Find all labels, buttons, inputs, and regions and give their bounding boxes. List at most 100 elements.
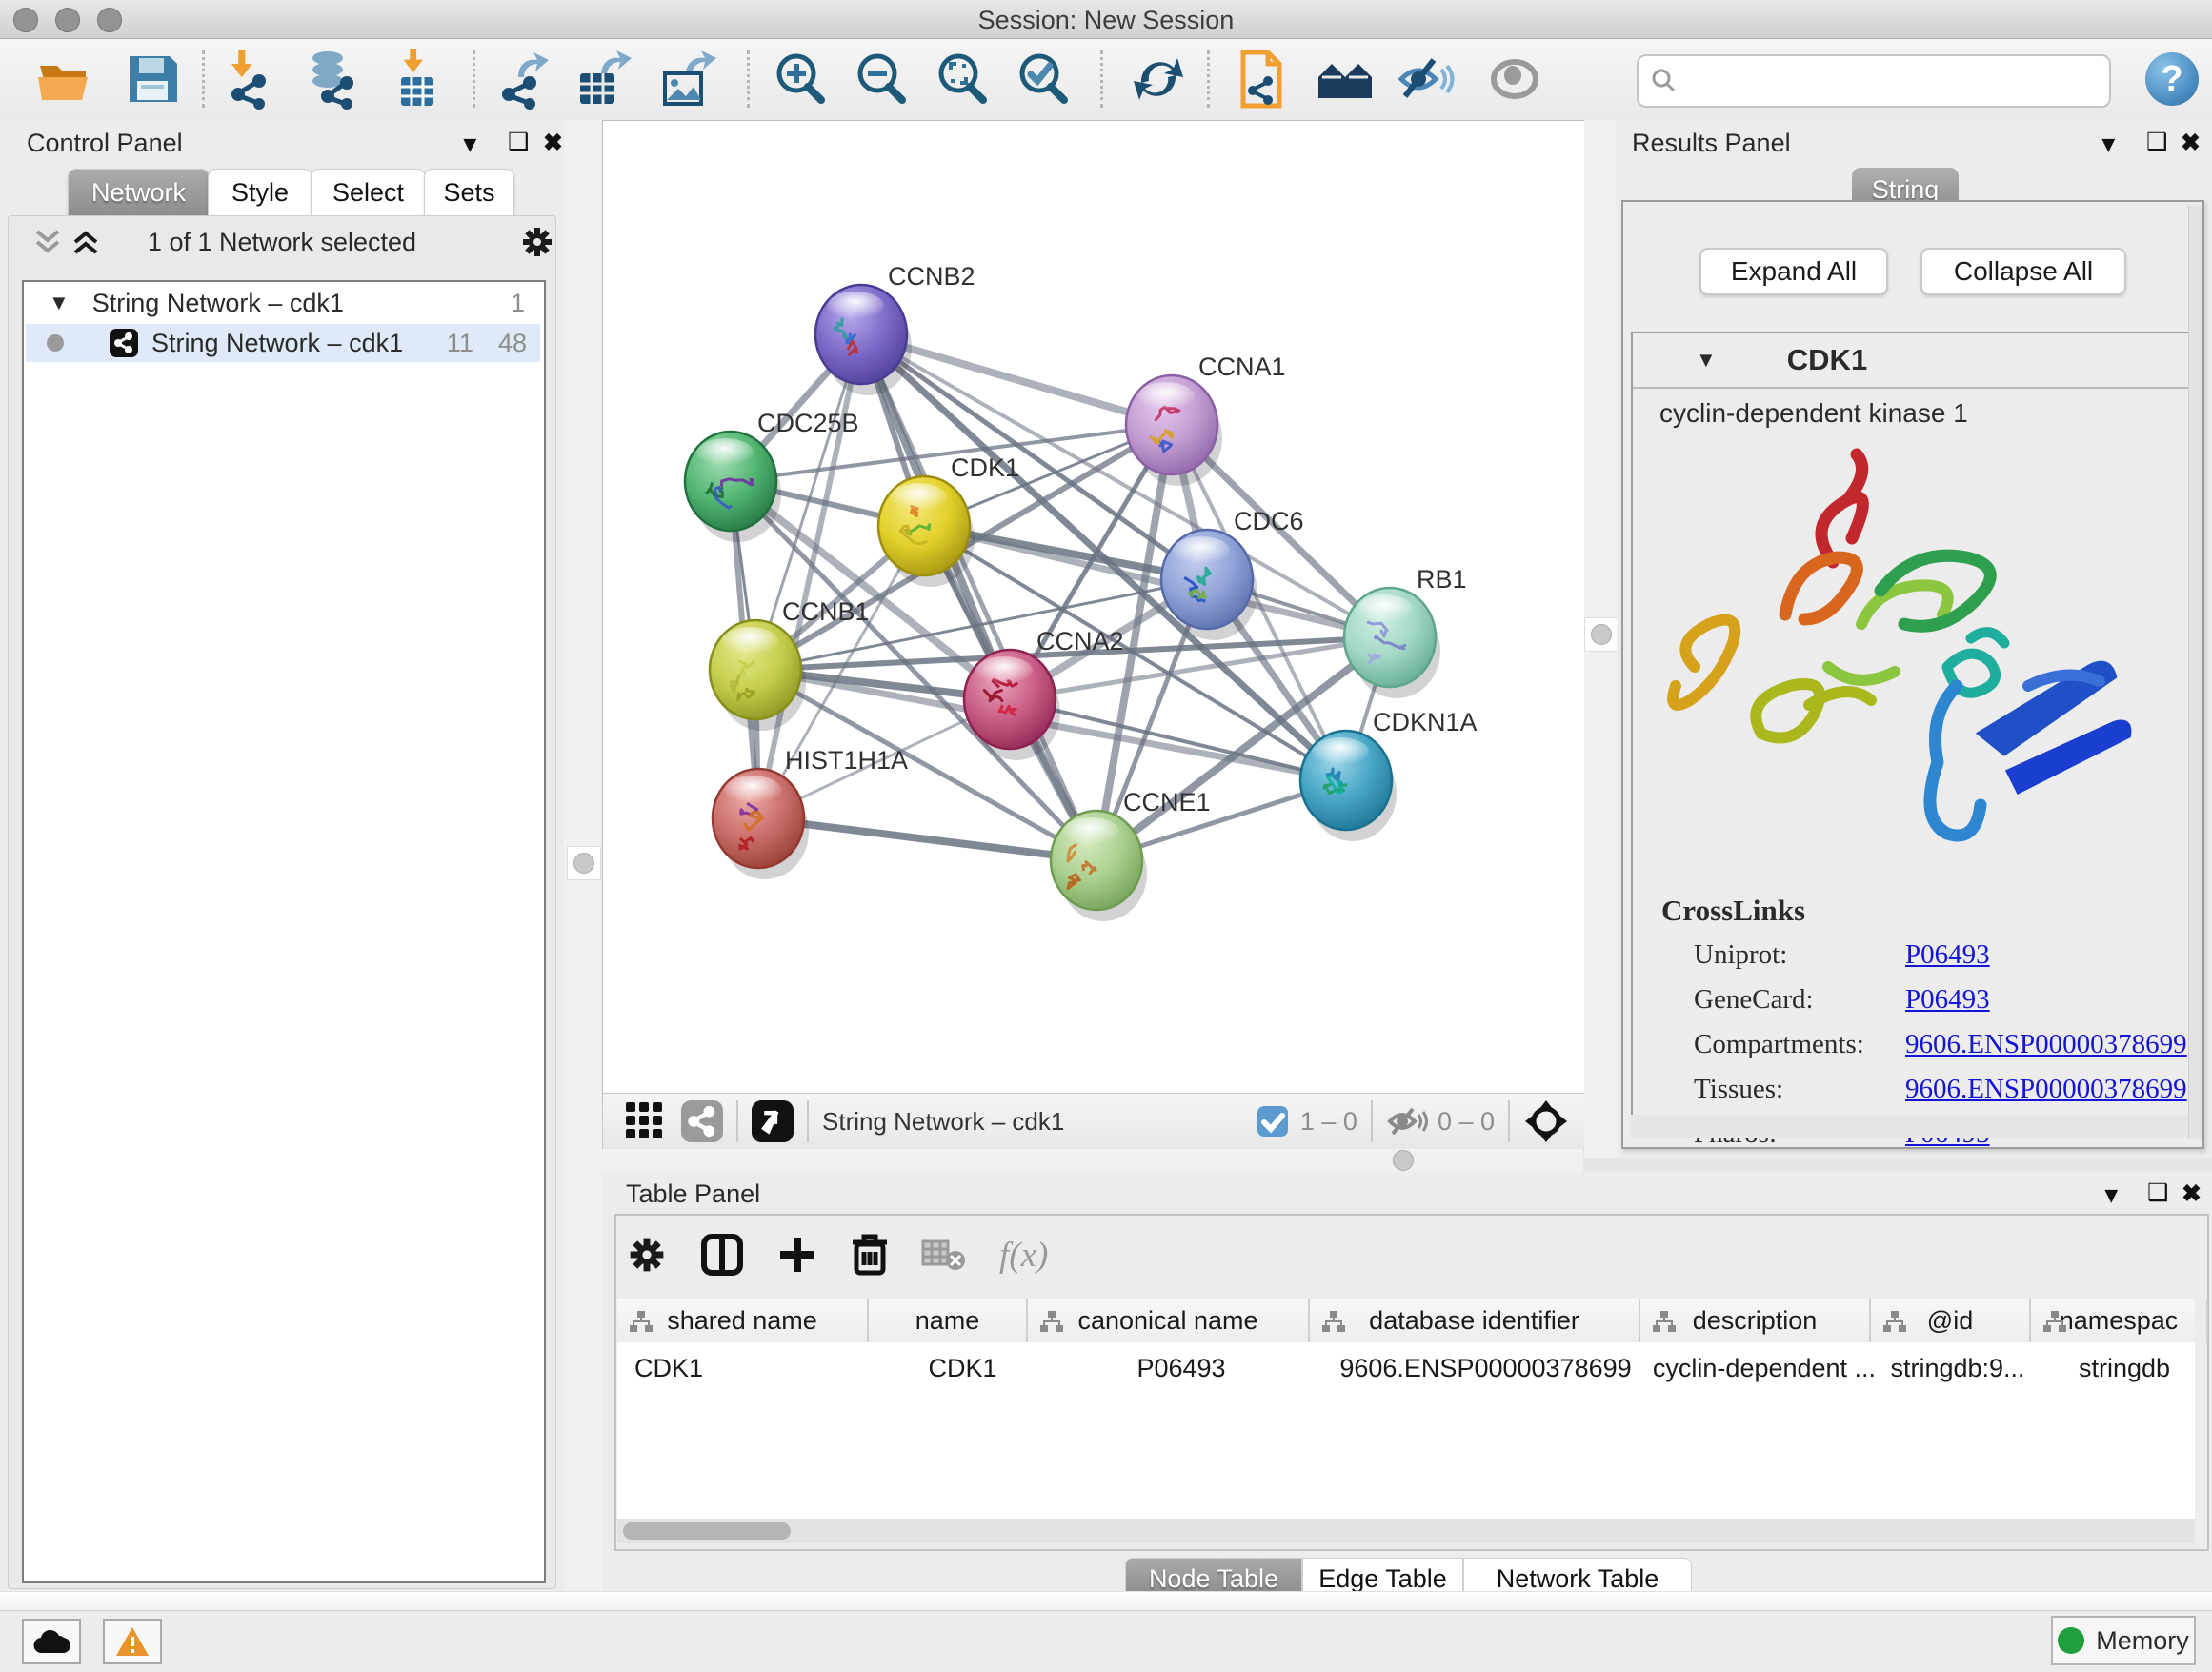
panel-float-icon[interactable]: ❑: [2147, 1178, 2168, 1207]
network-node[interactable]: [878, 476, 970, 575]
show-all-icon[interactable]: [1484, 49, 1545, 110]
table-cell[interactable]: 9606.ENSP00000378699: [1321, 1342, 1650, 1519]
network-node[interactable]: [1126, 375, 1217, 474]
right-splitter-handle[interactable]: [1584, 617, 1619, 652]
network-share-icon[interactable]: [681, 1100, 723, 1142]
tree-expand-icon[interactable]: ▼: [49, 291, 70, 315]
column-header[interactable]: namespac: [2031, 1299, 2208, 1342]
birds-eye-grid-icon[interactable]: [624, 1100, 666, 1142]
node-label: RB1: [1417, 565, 1467, 594]
crosslink-link[interactable]: 9606.ENSP00000378699: [1905, 1029, 2187, 1060]
column-header[interactable]: description: [1640, 1299, 1871, 1342]
network-node[interactable]: [713, 769, 804, 868]
tab-sets[interactable]: Sets: [424, 169, 514, 216]
tab-style[interactable]: Style: [208, 169, 312, 216]
pan-crosshair-icon[interactable]: [1523, 1098, 1569, 1144]
table-cell[interactable]: CDK1: [884, 1342, 1041, 1519]
save-icon[interactable]: [122, 49, 183, 110]
table-hscrollbar[interactable]: [617, 1519, 2195, 1543]
tab-network[interactable]: Network: [68, 169, 210, 216]
tree-row-collection[interactable]: ▼ String Network – cdk1 1: [26, 284, 540, 322]
selected-checkbox-icon[interactable]: [1257, 1105, 1289, 1138]
panel-close-icon[interactable]: ✖: [543, 129, 563, 157]
panel-menu-icon[interactable]: ▾: [2102, 130, 2115, 158]
panel-float-icon[interactable]: ❑: [508, 128, 529, 156]
hide-selected-icon[interactable]: [1396, 49, 1457, 110]
table-cell[interactable]: stringdb:9...: [1879, 1342, 2037, 1519]
network-node[interactable]: [1161, 530, 1253, 629]
table-cell[interactable]: cyclin-dependent ...: [1650, 1342, 1879, 1519]
help-icon[interactable]: ?: [2145, 52, 2199, 106]
crosslink-row: Compartments:9606.ENSP00000378699: [1694, 1029, 2189, 1060]
cdk1-header-row[interactable]: ▼ CDK1: [1633, 333, 2191, 389]
table-options-gear-icon[interactable]: [626, 1234, 668, 1276]
zoom-selected-icon[interactable]: [1013, 49, 1074, 110]
table-cell[interactable]: P06493: [1041, 1342, 1321, 1519]
export-network-icon[interactable]: [492, 49, 553, 110]
panel-close-icon[interactable]: ✖: [2181, 129, 2201, 157]
zoom-out-icon[interactable]: [851, 49, 912, 110]
network-node[interactable]: [1300, 731, 1392, 830]
zoom-fit-icon[interactable]: [932, 49, 993, 110]
tab-select[interactable]: Select: [311, 169, 426, 216]
cloud-status-button[interactable]: [22, 1619, 81, 1664]
string-network-graph[interactable]: CCNB2CCNA1CDC25BCDK1CDC6RB1CCNB1CCNA2CDK…: [603, 121, 1584, 1093]
left-splitter-handle[interactable]: [567, 846, 601, 880]
network-edge[interactable]: [861, 334, 1096, 860]
network-node[interactable]: [710, 620, 801, 719]
left-splitter[interactable]: [564, 120, 602, 1595]
import-database-icon[interactable]: [301, 49, 362, 110]
network-canvas[interactable]: CCNB2CCNA1CDC25BCDK1CDC6RB1CCNB1CCNA2CDK…: [602, 120, 1585, 1094]
results-panel: Results Panel ▾ ❑ ✖ String Expand All Co…: [1617, 120, 2212, 1158]
warning-icon: [114, 1625, 151, 1658]
network-node[interactable]: [964, 650, 1056, 749]
column-header[interactable]: name: [869, 1299, 1028, 1342]
table-cell[interactable]: CDK1: [617, 1342, 884, 1519]
results-hscrollbar[interactable]: [1631, 1115, 2189, 1138]
tree-row-network[interactable]: String Network – cdk1 11 48: [26, 324, 540, 362]
warning-status-button[interactable]: [103, 1619, 162, 1664]
search-input[interactable]: [1637, 54, 2111, 108]
zoom-in-icon[interactable]: [770, 49, 831, 110]
export-image-icon[interactable]: [657, 49, 718, 110]
panel-float-icon[interactable]: ❑: [2146, 128, 2167, 156]
right-splitter[interactable]: [1584, 120, 1619, 1158]
column-header[interactable]: canonical name: [1028, 1299, 1310, 1342]
delete-column-trash-icon[interactable]: [851, 1233, 889, 1277]
import-table-icon[interactable]: [386, 49, 447, 110]
open-in-window-icon[interactable]: [752, 1100, 794, 1142]
network-edge[interactable]: [758, 818, 1096, 860]
add-column-icon[interactable]: [776, 1234, 818, 1276]
table-row[interactable]: CDK1CDK1P064939606.ENSP00000378699cyclin…: [617, 1342, 2195, 1519]
network-node[interactable]: [685, 432, 776, 531]
collapse-all-button[interactable]: Collapse All: [1920, 248, 2126, 295]
collapse-entry-icon[interactable]: ▼: [1696, 348, 1717, 373]
expand-all-button[interactable]: Expand All: [1699, 248, 1888, 295]
column-header[interactable]: @id: [1871, 1299, 2031, 1342]
column-header[interactable]: shared name: [617, 1299, 869, 1342]
panel-menu-icon[interactable]: ▾: [2105, 1180, 2118, 1209]
table-header-row: shared namenamecanonical namedatabase id…: [617, 1299, 2195, 1344]
horizontal-splitter[interactable]: [602, 1149, 1583, 1172]
share-document-icon[interactable]: [1234, 49, 1295, 110]
memory-button[interactable]: Memory: [2051, 1616, 2196, 1665]
panel-close-icon[interactable]: ✖: [2182, 1179, 2202, 1208]
table-hscrollbar-thumb[interactable]: [623, 1522, 791, 1540]
network-node[interactable]: [1344, 588, 1436, 687]
results-vscrollbar[interactable]: [2188, 206, 2202, 1139]
export-table-icon[interactable]: [573, 49, 633, 110]
import-network-icon[interactable]: [217, 49, 278, 110]
table-cell[interactable]: stringdb: [2037, 1342, 2212, 1519]
show-columns-icon[interactable]: [700, 1233, 744, 1277]
column-header[interactable]: database identifier: [1310, 1299, 1640, 1342]
network-options-gear-icon[interactable]: [519, 224, 555, 260]
crosslink-link[interactable]: P06493: [1905, 939, 1990, 971]
network-node[interactable]: [1051, 811, 1142, 910]
refresh-icon[interactable]: [1128, 49, 1189, 110]
open-folder-icon[interactable]: [34, 49, 95, 110]
network-node[interactable]: [815, 285, 907, 384]
home-network-icon[interactable]: [1315, 49, 1376, 110]
panel-menu-icon[interactable]: ▾: [464, 130, 476, 158]
crosslink-link[interactable]: P06493: [1905, 984, 1990, 1016]
crosslink-link[interactable]: 9606.ENSP00000378699: [1905, 1074, 2187, 1105]
